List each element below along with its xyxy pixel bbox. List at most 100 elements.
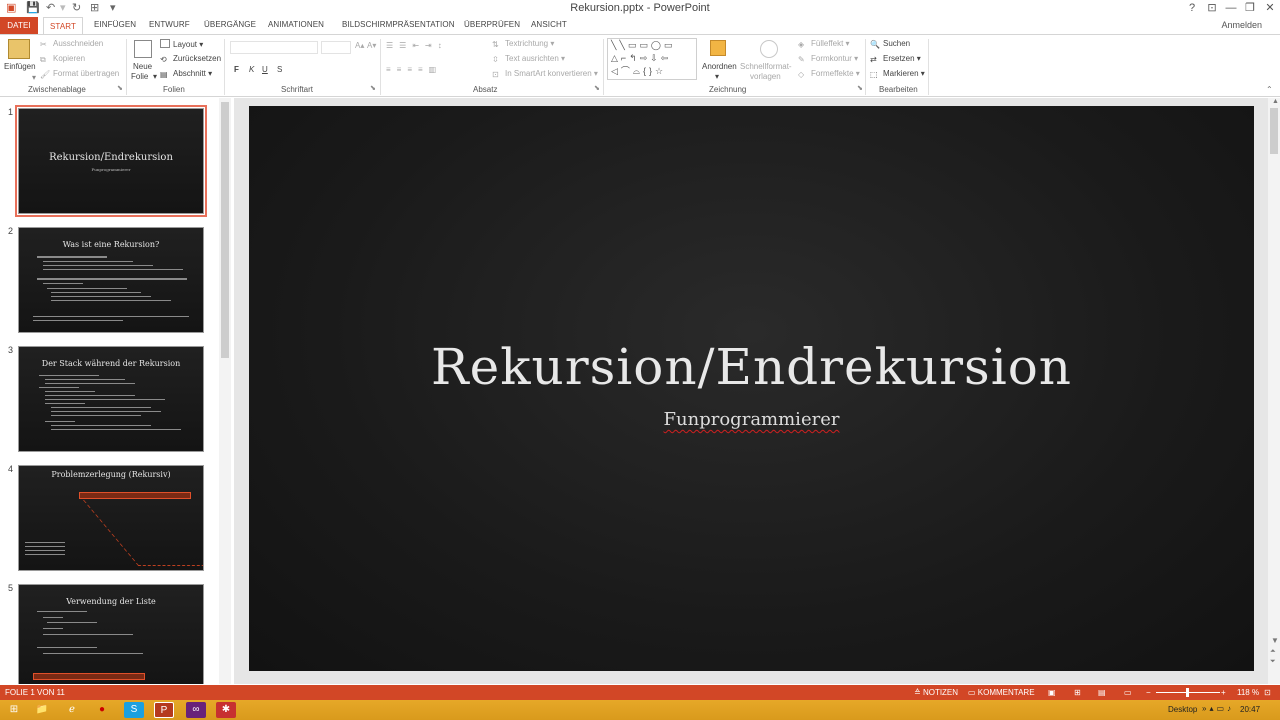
skype-icon[interactable]: S	[124, 702, 144, 718]
select-button[interactable]: ⬚ Markieren ▾	[870, 69, 925, 79]
powerpoint-taskbar-icon[interactable]: P	[154, 702, 174, 718]
zoom-out-button[interactable]: −	[1146, 688, 1151, 697]
text-direction-button[interactable]: ⇅ Textrichtung ▾	[492, 39, 554, 49]
arrange-icon[interactable]	[710, 40, 726, 56]
restore-button[interactable]: ❐	[1240, 0, 1260, 17]
thumbnail-text-line	[47, 622, 97, 623]
list-buttons[interactable]: ☰☰⇤⇥↕	[386, 41, 448, 50]
tab-view[interactable]: ANSICHT	[531, 20, 567, 29]
start-button-icon[interactable]: ⊞	[4, 702, 24, 718]
layout-button[interactable]: Layout ▾	[160, 39, 203, 49]
align-buttons[interactable]: ≡≡≡≡▥	[386, 65, 442, 74]
align-text-button[interactable]: ⇳ Text ausrichten ▾	[492, 54, 565, 64]
clock[interactable]: 20:47	[1240, 705, 1260, 714]
bold-button[interactable]: F	[234, 65, 239, 74]
quick-styles-icon[interactable]	[760, 40, 778, 58]
shape-fill-button[interactable]: ◈ Fülleffekt ▾	[798, 39, 850, 49]
thumbnail-number: 3	[8, 345, 14, 355]
shape-effects-button[interactable]: ◇ Formeffekte ▾	[798, 69, 860, 79]
replace-button[interactable]: ⇄ Ersetzen ▾	[870, 54, 921, 64]
reading-view-icon[interactable]: ▤	[1098, 688, 1106, 697]
slide-title[interactable]: Rekursion/Endrekursion	[249, 338, 1254, 396]
slide-scrollbar[interactable]: ▲ ▼ ⏶ ⏷	[1268, 98, 1280, 684]
scroll-up-icon[interactable]: ▲	[1272, 98, 1279, 105]
grow-font-icon[interactable]: A▴	[355, 41, 364, 50]
paste-button[interactable]: Einfügen	[4, 62, 36, 71]
strike-button[interactable]: S	[277, 65, 282, 74]
opera-icon[interactable]: ●	[92, 702, 112, 718]
scrollbar-thumb[interactable]	[1270, 108, 1278, 154]
smartart-button[interactable]: ⊡ In SmartArt konvertieren ▾	[492, 69, 598, 79]
slide-subtitle[interactable]: Funprogrammierer	[249, 409, 1254, 430]
thumbnail-text-line	[43, 653, 143, 654]
fit-slide-icon[interactable]: ⊡	[1264, 688, 1271, 697]
close-button[interactable]: ✕	[1260, 0, 1280, 17]
new-slide-dropdown-icon[interactable]: ▾	[153, 72, 157, 81]
scroll-down-icon[interactable]: ▼	[1271, 636, 1279, 645]
tab-file[interactable]: DATEI	[0, 17, 38, 34]
font-size-select[interactable]	[321, 41, 351, 54]
next-slide-icon[interactable]: ⏷	[1270, 658, 1276, 666]
new-slide-icon[interactable]	[134, 40, 152, 58]
zoom-in-button[interactable]: +	[1221, 688, 1226, 697]
quick-styles-label-2[interactable]: vorlagen	[750, 72, 781, 81]
cut-button[interactable]: ✂ Ausschneiden	[40, 39, 103, 49]
visual-studio-icon[interactable]: ∞	[186, 702, 206, 718]
arrange-button[interactable]: Anordnen	[702, 62, 737, 71]
underline-button[interactable]: U	[262, 65, 268, 74]
arrange-dropdown-icon[interactable]: ▾	[715, 72, 719, 81]
normal-view-icon[interactable]: ▣	[1048, 688, 1056, 697]
comments-button[interactable]: ▭ KOMMENTARE	[968, 688, 1035, 697]
help-icon[interactable]: ?	[1182, 0, 1202, 17]
desktop-toolbar-label[interactable]: Desktop	[1168, 705, 1197, 714]
clipboard-dialog-launcher-icon[interactable]: ⬊	[117, 84, 123, 92]
slide-sorter-icon[interactable]: ⊞	[1074, 688, 1081, 697]
previous-slide-icon[interactable]: ⏶	[1270, 648, 1276, 656]
zoom-slider-handle[interactable]	[1186, 688, 1189, 697]
font-name-select[interactable]	[230, 41, 318, 54]
slide-thumbnail-3[interactable]: Der Stack während der Rekursion	[18, 346, 204, 452]
drawing-dialog-launcher-icon[interactable]: ⬊	[857, 84, 863, 92]
tab-insert[interactable]: EINFÜGEN	[94, 20, 136, 29]
new-slide-label-2[interactable]: Folie	[131, 72, 148, 81]
reset-button[interactable]: ⟲ Zurücksetzen	[160, 54, 221, 64]
tab-slideshow[interactable]: BILDSCHIRMPRÄSENTATION	[342, 20, 455, 29]
slide-thumbnail-5[interactable]: Verwendung der Liste	[18, 584, 204, 684]
minimize-button[interactable]: —	[1221, 0, 1241, 17]
clipboard-paste-icon[interactable]	[8, 39, 30, 59]
tab-review[interactable]: ÜBERPRÜFEN	[464, 20, 520, 29]
slide-thumbnail-4[interactable]: Problemzerlegung (Rekursiv)	[18, 465, 204, 571]
app-icon[interactable]: ✱	[216, 702, 236, 718]
format-painter-button[interactable]: 🖌 Format übertragen	[40, 69, 119, 79]
thumbnail-scrollbar[interactable]	[219, 98, 231, 684]
shrink-font-icon[interactable]: A▾	[367, 41, 376, 50]
slideshow-view-icon[interactable]: ▭	[1124, 688, 1132, 697]
signin-link[interactable]: Anmelden	[1221, 20, 1262, 30]
copy-button[interactable]: ⧉ Kopieren	[40, 54, 85, 64]
section-button[interactable]: ▤ Abschnitt ▾	[160, 69, 212, 79]
file-explorer-icon[interactable]: 📁	[32, 702, 52, 718]
internet-explorer-icon[interactable]: ℯ	[62, 702, 82, 718]
italic-button[interactable]: K	[249, 65, 254, 74]
new-slide-label-1[interactable]: Neue	[133, 62, 152, 71]
zoom-level[interactable]: 118 %	[1237, 688, 1259, 697]
current-slide[interactable]: Rekursion/Endrekursion Funprogrammierer	[249, 106, 1254, 671]
tab-start[interactable]: START	[43, 17, 83, 35]
notes-button[interactable]: ≙ NOTIZEN	[914, 688, 958, 697]
find-button[interactable]: 🔍 Suchen	[870, 39, 910, 49]
tab-animations[interactable]: ANIMATIONEN	[268, 20, 324, 29]
tab-transitions[interactable]: ÜBERGÄNGE	[204, 20, 256, 29]
paragraph-dialog-launcher-icon[interactable]: ⬊	[594, 84, 600, 92]
font-dialog-launcher-icon[interactable]: ⬊	[370, 84, 376, 92]
ribbon-display-options-icon[interactable]: ⊡	[1202, 0, 1222, 17]
slide-thumbnail-1[interactable]: Rekursion/Endrekursion Funprogrammierer	[15, 105, 207, 217]
tray-icons[interactable]: »▴▭♪	[1202, 704, 1234, 713]
shape-outline-button[interactable]: ✎ Formkontur ▾	[798, 54, 858, 64]
slide-thumbnail-2[interactable]: Was ist eine Rekursion?	[18, 227, 204, 333]
collapse-ribbon-icon[interactable]: ⌃	[1266, 85, 1273, 94]
quick-styles-label-1[interactable]: Schnellformat-	[740, 62, 792, 71]
shapes-gallery[interactable]: ╲╲▭▭◯▭ △⌐↰⇨⇩⇦ ◁⌒⌓{}☆	[607, 38, 697, 80]
paste-dropdown-icon[interactable]: ▾	[32, 73, 36, 82]
scrollbar-thumb[interactable]	[221, 102, 229, 358]
tab-design[interactable]: ENTWURF	[149, 20, 190, 29]
